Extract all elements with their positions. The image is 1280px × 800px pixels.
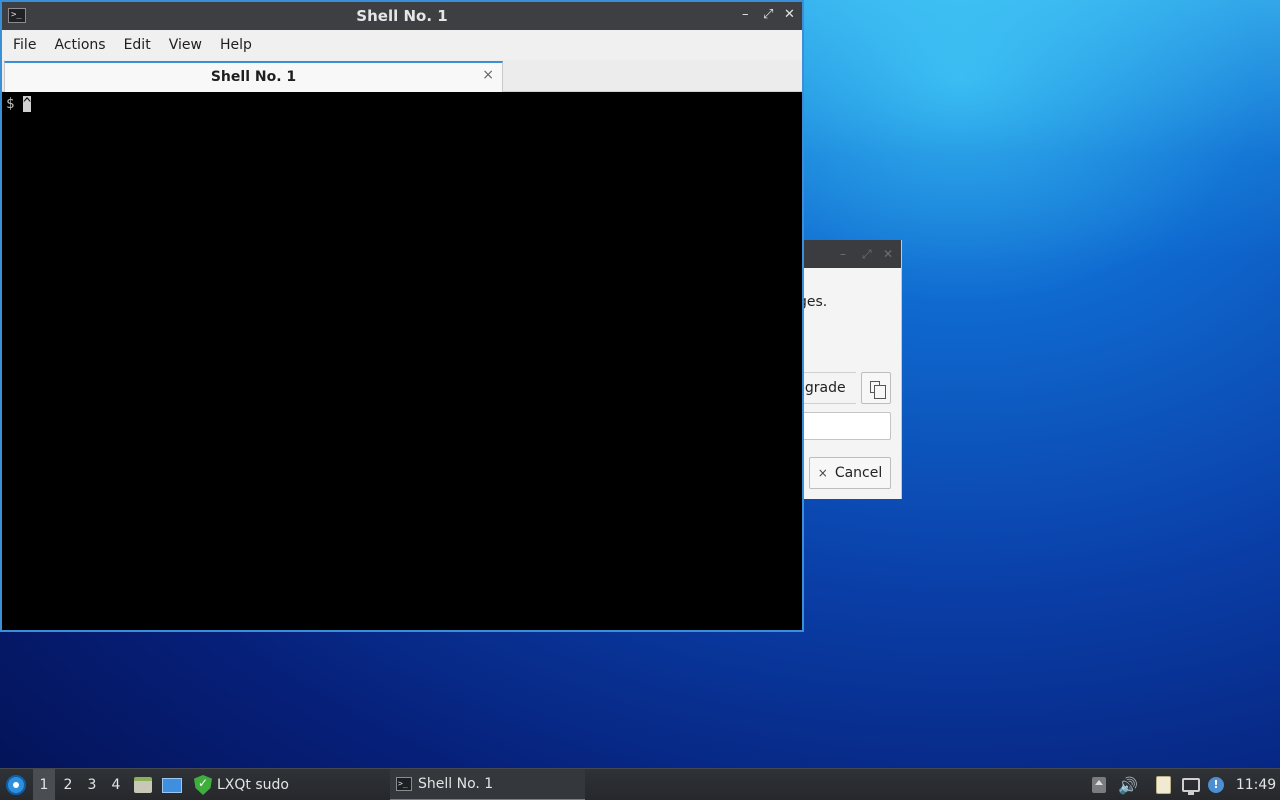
desktop-4-button[interactable]: 4 (105, 769, 127, 800)
desktop-wallpaper (800, 0, 1280, 260)
clipboard-icon[interactable] (1156, 769, 1174, 800)
tab-shell-1[interactable]: Shell No. 1 × (4, 61, 503, 92)
task-label: Shell No. 1 (418, 776, 494, 792)
terminal-icon: >_ (396, 777, 412, 791)
volume-icon[interactable]: 🔊 (1118, 769, 1138, 800)
desktop-3-button[interactable]: 3 (81, 769, 103, 800)
menu-edit[interactable]: Edit (115, 30, 160, 60)
clock[interactable]: 11:49 (1236, 769, 1276, 800)
dialog-input[interactable] (804, 412, 891, 440)
maximize-icon[interactable]: ⤢ (862, 247, 872, 262)
dialog-command-field[interactable]: pgrade (804, 372, 856, 404)
tab-bar: Shell No. 1 × (2, 60, 802, 92)
shield-icon (194, 775, 212, 795)
tray-expand-button[interactable] (1092, 769, 1108, 800)
show-desktop-button[interactable] (162, 769, 184, 800)
menu-view[interactable]: View (160, 30, 211, 60)
desktop-icon (162, 777, 182, 793)
start-menu-button[interactable] (6, 769, 28, 800)
network-icon[interactable] (1182, 769, 1202, 800)
menu-help[interactable]: Help (211, 30, 261, 60)
cancel-button[interactable]: × Cancel (809, 457, 891, 489)
tab-label: Shell No. 1 (210, 69, 297, 85)
menu-bar: File Actions Edit View Help (2, 30, 802, 60)
menu-actions[interactable]: Actions (45, 30, 114, 60)
desktop-2-button[interactable]: 2 (57, 769, 79, 800)
maximize-icon[interactable]: ⤢ (763, 7, 773, 22)
update-notifier-icon[interactable]: ! (1208, 769, 1228, 800)
close-icon[interactable]: ✕ (784, 7, 795, 22)
window-title: Shell No. 1 (356, 7, 448, 25)
minimize-icon[interactable]: – (742, 7, 749, 22)
prompt: $ (6, 96, 23, 112)
task-shell-no-1[interactable]: >_ Shell No. 1 (390, 769, 585, 800)
file-manager-icon (134, 777, 152, 793)
prompt-line: $ ^ (6, 96, 32, 112)
arrow-up-icon (1092, 777, 1106, 793)
close-icon[interactable]: ✕ (883, 247, 893, 261)
file-manager-launcher[interactable] (134, 769, 156, 800)
window-titlebar[interactable]: >_ Shell No. 1 – ⤢ ✕ (2, 2, 802, 30)
minimize-icon[interactable]: – (840, 247, 846, 261)
menu-file[interactable]: File (4, 30, 45, 60)
background-dialog[interactable]: – ⤢ ✕ ges. pgrade × Cancel (804, 240, 902, 499)
lxqt-logo-icon (6, 775, 26, 795)
dialog-message: ges. (804, 294, 828, 310)
close-icon: × (817, 466, 828, 480)
dialog-titlebar[interactable]: – ⤢ ✕ (804, 240, 901, 268)
copy-button[interactable] (861, 372, 891, 404)
terminal-window[interactable]: >_ Shell No. 1 – ⤢ ✕ File Actions Edit V… (0, 0, 804, 632)
task-lxqt-sudo[interactable]: LXQt sudo (194, 769, 289, 800)
text-cursor: ^ (22, 96, 32, 112)
desktop-1-button[interactable]: 1 (33, 769, 55, 800)
task-label: LXQt sudo (217, 777, 289, 793)
taskbar: 1 2 3 4 LXQt sudo >_ Shell No. 1 🔊 ! 11:… (0, 768, 1280, 800)
cancel-label: Cancel (834, 465, 883, 481)
terminal-output[interactable]: $ ^ (2, 92, 802, 630)
close-tab-icon[interactable]: × (482, 67, 494, 83)
copy-icon (870, 381, 886, 399)
